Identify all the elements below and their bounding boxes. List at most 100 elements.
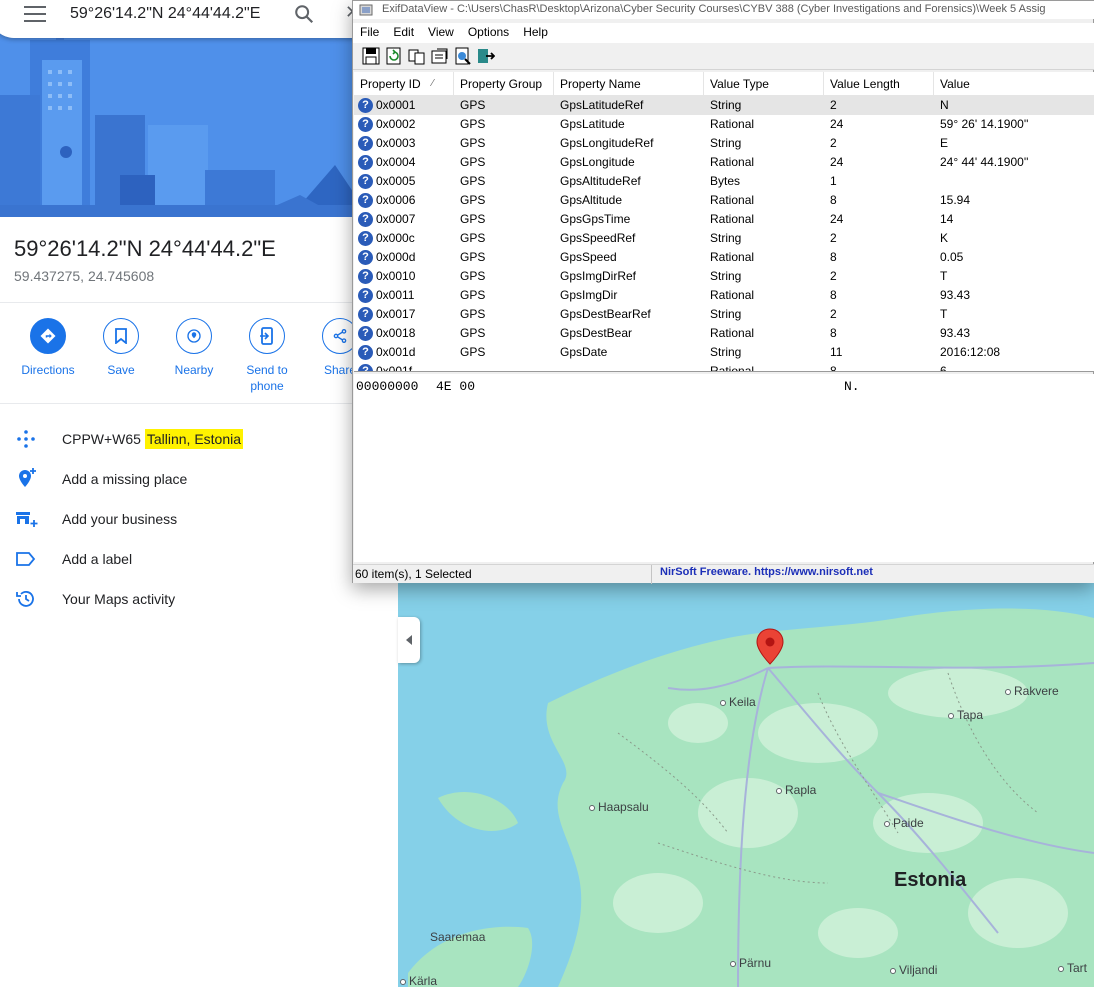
refresh-icon[interactable] [385,47,403,65]
question-icon: ? [358,326,373,341]
question-icon: ? [358,212,373,227]
cell-type: Rational [710,364,755,372]
cell-name: GpsSpeedRef [560,231,636,245]
question-icon: ? [358,288,373,303]
menu-bar: File Edit View Options Help [353,23,1094,43]
plus-code-icon [17,430,35,448]
send-to-phone-label: Send to phone [246,363,288,393]
search-input[interactable]: 59°26'14.2"N 24°44'44.2"E [70,5,260,23]
menu-icon[interactable] [24,6,46,22]
search-box[interactable]: 59°26'14.2"N 24°44'44.2"E ✕ [0,0,375,38]
cell-value: 93.43 [940,326,971,340]
cell-id: 0x0004 [376,155,416,169]
table-row[interactable]: ? 0x0001 GPS GpsLatitudeRef String 2 N [354,96,1094,115]
cell-type: Rational [710,212,755,226]
maps-side-panel: 59°26'14.2"N 24°44'44.2"E ✕ 59°26'14.2"N… [0,0,398,987]
question-icon: ? [358,231,373,246]
cell-name: GpsDestBear [560,326,633,340]
table-row[interactable]: ? 0x0007 GPS GpsGpsTime Rational 24 14 [354,210,1094,229]
nirsoft-link[interactable]: NirSoft Freeware. https://www.nirsoft.ne… [660,566,873,578]
nearby-label: Nearby [174,363,214,377]
table-row[interactable]: ? 0x0011 GPS GpsImgDir Rational 8 93.43 [354,286,1094,305]
search-icon[interactable] [293,3,315,25]
column-header-value[interactable]: Value [934,72,1094,96]
save-icon[interactable] [362,47,380,65]
properties-icon[interactable] [431,47,449,65]
table-row[interactable]: ? 0x0002 GPS GpsLatitude Rational 24 59° 26' 1… [354,115,1094,134]
table-row[interactable]: ? 0x0005 GPS GpsAltitudeRef Bytes 1 [354,172,1094,191]
cell-group: GPS [460,345,486,359]
question-icon: ? [358,269,373,284]
column-header-value-type[interactable]: Value Type [704,72,824,96]
table-row[interactable]: ? 0x0017 GPS GpsDestBearRef String 2 T [354,305,1094,324]
menu-view[interactable]: View [421,23,461,41]
html-report-icon[interactable] [454,47,472,65]
table-row[interactable]: ? 0x0006 GPS GpsAltitude Rational 8 15.94 [354,191,1094,210]
save-button[interactable]: Save [91,318,151,378]
directions-button[interactable]: Directions [18,318,78,378]
cell-group: GPS [460,136,486,150]
cell-type: Rational [710,155,755,169]
cell-name: GpsAltitudeRef [560,174,641,188]
cell-group: GPS [460,98,486,112]
table-row[interactable]: ? 0x001d GPS GpsDate String 11 2016:12:08 [354,343,1094,362]
cell-length: 11 [830,345,843,359]
cell-name: GpsImgDir [560,288,618,302]
cell-value: 24° 44' 44.1900'' [940,155,1029,169]
collapse-panel-button[interactable] [398,617,420,663]
map-label-tartu: Tart [1058,961,1087,975]
app-icon [359,4,373,16]
table-row[interactable]: ? 0x000c GPS GpsSpeedRef String 2 K [354,229,1094,248]
window-titlebar[interactable]: ExifDataView - C:\Users\ChasR\Desktop\Ar… [353,1,1094,19]
plus-code-text: CPPW+W65 Tallinn, Estonia [62,429,244,449]
table-row[interactable]: ? 0x001f Rational 8 6 [354,362,1094,372]
cell-id: 0x0005 [376,174,416,188]
cell-type: String [710,269,742,283]
menu-help[interactable]: Help [516,23,555,41]
hex-offset: 00000000 [356,379,419,394]
add-business-row[interactable]: Add your business [0,502,398,542]
column-header-value-length[interactable]: Value Length [824,72,934,96]
nearby-button[interactable]: Nearby [164,318,224,378]
cell-name: GpsLatitudeRef [560,98,644,112]
menu-options[interactable]: Options [461,23,516,41]
hex-view-pane[interactable]: 00000000 4E 00 N. [354,374,1094,562]
add-missing-place-label: Add a missing place [62,471,188,487]
table-row[interactable]: ? 0x000d GPS GpsSpeed Rational 8 0.05 [354,248,1094,267]
maps-activity-row[interactable]: Your Maps activity [0,582,398,622]
add-missing-place-row[interactable]: Add a missing place [0,462,398,502]
table-row[interactable]: ? 0x0003 GPS GpsLongitudeRef String 2 E [354,134,1094,153]
cell-length: 2 [830,136,837,150]
column-header-property-name[interactable]: Property Name [554,72,704,96]
maps-activity-label: Your Maps activity [62,591,176,607]
cell-id: 0x0003 [376,136,416,150]
add-label-row[interactable]: Add a label [0,542,398,582]
copy-icon[interactable] [408,47,426,65]
cell-length: 8 [830,364,837,372]
map-canvas[interactable]: Keila Rakvere Tapa Rapla Haapsalu Paide … [398,583,1094,987]
exit-icon[interactable] [477,47,495,65]
cell-value: T [940,307,948,321]
add-label-label: Add a label [62,551,133,567]
properties-table[interactable]: Property ID ⁄ Property Group Property Na… [354,72,1094,372]
column-header-property-id[interactable]: Property ID ⁄ [354,72,454,96]
table-row[interactable]: ? 0x0018 GPS GpsDestBear Rational 8 93.43 [354,324,1094,343]
cell-value: 59° 26' 14.1900'' [940,117,1029,131]
send-to-phone-button[interactable]: Send to phone [237,318,297,394]
cell-name: GpsSpeed [560,250,617,264]
cell-value: 2016:12:08 [940,345,1001,359]
cell-type: Rational [710,193,755,207]
menu-file[interactable]: File [353,23,386,41]
place-title: 59°26'14.2"N 24°44'44.2"E [14,236,276,261]
cell-group: GPS [460,174,486,188]
question-icon: ? [358,117,373,132]
plus-code-row[interactable]: CPPW+W65 Tallinn, Estonia [0,422,398,462]
column-header-property-group[interactable]: Property Group [454,72,554,96]
table-row[interactable]: ? 0x0004 GPS GpsLongitude Rational 24 24° 44' … [354,153,1094,172]
cell-length: 2 [830,307,837,321]
menu-edit[interactable]: Edit [386,23,421,41]
question-icon: ? [358,193,373,208]
cell-length: 24 [830,117,844,131]
table-row[interactable]: ? 0x0010 GPS GpsImgDirRef String 2 T [354,267,1094,286]
action-buttons: Directions Save Nearby Send to phone Sha… [0,318,398,398]
